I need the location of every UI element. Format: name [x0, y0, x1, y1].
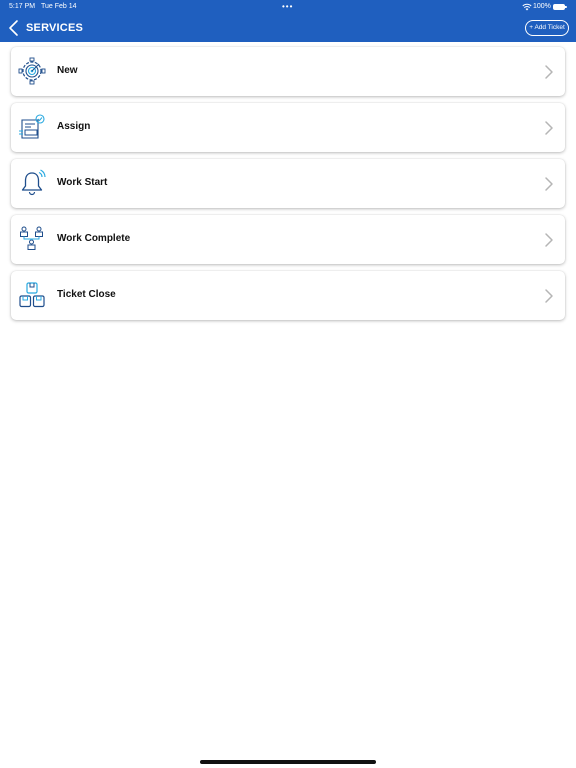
- service-label: Assign: [57, 121, 91, 132]
- chevron-right-icon: [545, 289, 553, 303]
- multitasking-dots[interactable]: •••: [282, 0, 293, 14]
- wifi-icon: [522, 3, 532, 11]
- chevron-right-icon: [545, 121, 553, 135]
- service-item-ticket-close[interactable]: Ticket Close: [11, 271, 565, 320]
- bell-ringing-icon: [21, 169, 46, 196]
- status-bar: 5:17 PM Tue Feb 14 ••• 100%: [0, 0, 576, 14]
- status-time: 5:17 PM: [9, 3, 36, 10]
- service-label: Ticket Close: [57, 289, 116, 300]
- service-label: Work Start: [57, 177, 108, 188]
- chevron-right-icon: [545, 65, 553, 79]
- chevron-right-icon: [545, 177, 553, 191]
- service-label: Work Complete: [57, 233, 131, 244]
- boxes-icon: [19, 282, 45, 308]
- battery-percentage: 100%: [533, 3, 551, 10]
- app-header: 5:17 PM Tue Feb 14 ••• 100% SERVICES + A…: [0, 0, 576, 42]
- chevron-right-icon: [545, 233, 553, 247]
- back-chevron-icon[interactable]: [6, 18, 22, 38]
- assign-form-icon: [19, 114, 45, 139]
- battery-icon: [553, 4, 567, 10]
- home-indicator[interactable]: [200, 760, 376, 764]
- service-label: New: [57, 65, 78, 76]
- services-list: New Assign Work Start Work Complete Tick…: [11, 47, 565, 327]
- service-item-work-start[interactable]: Work Start: [11, 159, 565, 208]
- status-date: Tue Feb 14: [41, 3, 77, 10]
- target-gear-icon: [18, 57, 46, 85]
- page-title: SERVICES: [26, 22, 84, 34]
- service-item-work-complete[interactable]: Work Complete: [11, 215, 565, 264]
- add-ticket-button[interactable]: + Add Ticket: [525, 20, 569, 36]
- service-item-assign[interactable]: Assign: [11, 103, 565, 152]
- hierarchy-people-icon: [20, 226, 43, 250]
- service-item-new[interactable]: New: [11, 47, 565, 96]
